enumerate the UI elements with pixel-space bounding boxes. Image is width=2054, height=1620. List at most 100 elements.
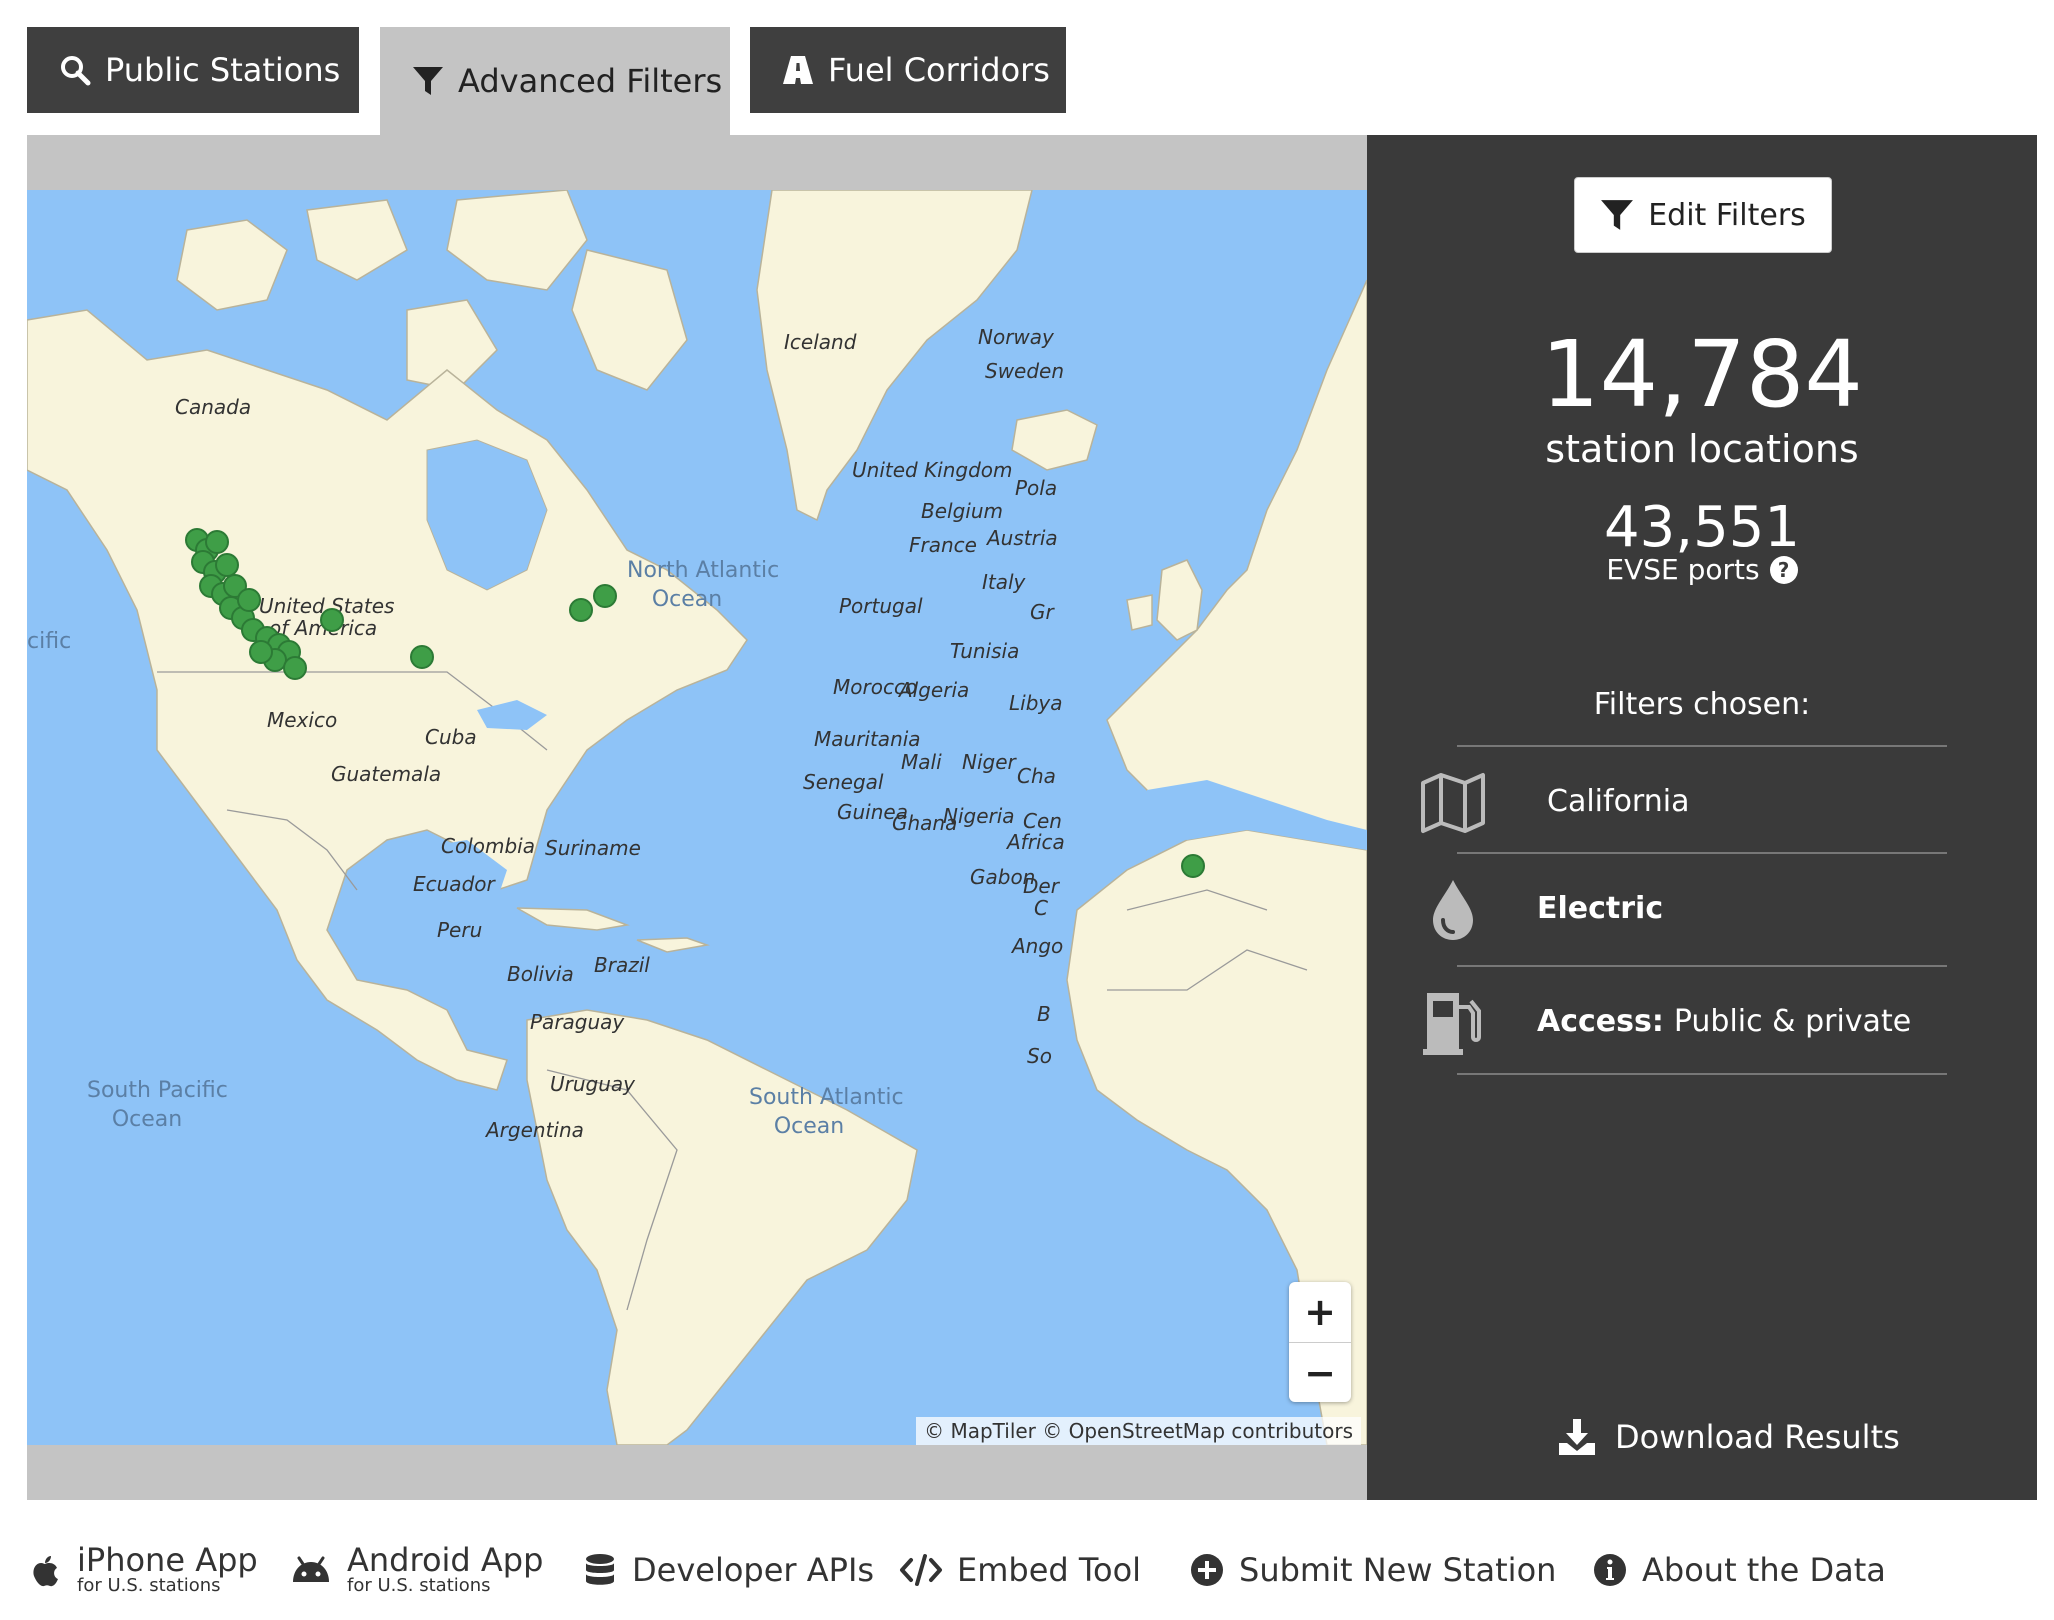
zoom-in-button[interactable]: +: [1289, 1282, 1351, 1342]
footer-title: Submit New Station: [1239, 1551, 1557, 1589]
tab-label: Fuel Corridors: [828, 51, 1050, 89]
ocean-label-line: North Atlantic: [627, 558, 780, 583]
map-label-france: France: [909, 533, 977, 557]
map-label-uk: United Kingdom: [852, 458, 1013, 482]
zoom-control: + −: [1289, 1282, 1351, 1402]
footer-title: Developer APIs: [632, 1551, 875, 1589]
ocean-label-line: Ocean: [773, 1114, 845, 1139]
filter-divider: [1457, 1073, 1947, 1075]
station-marker[interactable]: [237, 588, 261, 612]
filter-item-state: California: [1421, 745, 1947, 855]
footer-submit-station[interactable]: Submit New Station: [1189, 1540, 1556, 1600]
filter-text: Electric: [1537, 854, 1673, 962]
station-marker[interactable]: [593, 584, 617, 608]
footer-text: iPhone App for U.S. stations: [77, 1544, 258, 1596]
footer-developer-apis[interactable]: Developer APIs: [582, 1540, 874, 1600]
map-label-mauritania: Mauritania: [814, 727, 921, 751]
station-count-label: station locations: [1545, 427, 1859, 471]
map-label-italy: Italy: [982, 570, 1026, 594]
port-count-label: EVSE ports: [1606, 553, 1760, 586]
filter-label: Access:: [1537, 1003, 1664, 1039]
filter-item-fuel: Electric: [1433, 852, 1947, 962]
download-results-button[interactable]: Download Results: [1557, 1417, 1900, 1457]
footer-title: About the Data: [1642, 1551, 1886, 1589]
map[interactable]: Canada United States of America Mexico C…: [27, 190, 1367, 1445]
ocean-label-line: Ocean: [651, 587, 723, 612]
map-label-drc: Der: [1023, 874, 1059, 898]
tab-label: Advanced Filters: [458, 62, 723, 100]
station-marker[interactable]: [410, 645, 434, 669]
ocean-label-north-atlantic: North Atlantic Ocean: [627, 556, 780, 614]
tab-fuel-corridors[interactable]: Fuel Corridors: [750, 27, 1066, 113]
filter-item-access: Access: Public & private: [1423, 965, 1947, 1073]
map-label-tunisia: Tunisia: [950, 639, 1020, 663]
map-label-guatemala: Guatemala: [331, 762, 442, 786]
footer-android-app[interactable]: Android App for U.S. stations: [289, 1540, 543, 1600]
map-label-norway: Norway: [978, 325, 1054, 349]
tab-advanced-filters[interactable]: Advanced Filters: [380, 27, 730, 135]
station-marker[interactable]: [249, 640, 273, 664]
map-label-niger: Niger: [962, 750, 1016, 774]
filters-title: Filters chosen:: [1593, 687, 1811, 722]
edit-filters-button[interactable]: Edit Filters: [1574, 177, 1832, 253]
edit-filters-label: Edit Filters: [1648, 197, 1806, 233]
help-icon[interactable]: ?: [1769, 555, 1798, 584]
station-marker[interactable]: [1181, 854, 1205, 878]
map-label-poland: Pola: [1015, 476, 1058, 500]
map-label-greece: Gr: [1030, 600, 1054, 624]
map-label-uruguay: Uruguay: [550, 1072, 635, 1096]
info-icon: [1594, 1554, 1626, 1586]
map-label-chad: Cha: [1017, 764, 1056, 788]
map-label-cuba: Cuba: [425, 725, 477, 749]
map-attribution[interactable]: © MapTiler © OpenStreetMap contributors: [916, 1417, 1361, 1445]
map-label-belgium: Belgium: [921, 499, 1003, 523]
tab-public-stations[interactable]: Public Stations: [27, 27, 359, 113]
ocean-label-south-pacific: South Pacific Ocean: [87, 1076, 228, 1134]
drop-icon: [1433, 880, 1473, 940]
footer-title: Embed Tool: [957, 1551, 1142, 1589]
filter-icon: [413, 67, 443, 95]
map-label-mexico: Mexico: [267, 708, 338, 732]
plus-circle-icon: [1191, 1554, 1223, 1586]
map-label-nigeria: Nigeria: [943, 804, 1015, 828]
filter-icon: [1601, 200, 1634, 230]
map-label-south-africa: So: [1027, 1044, 1052, 1068]
station-marker[interactable]: [569, 598, 593, 622]
footer-embed-tool[interactable]: Embed Tool: [899, 1540, 1141, 1600]
map-label-pacific: cific: [27, 629, 72, 654]
station-marker[interactable]: [283, 656, 307, 680]
map-label-portugal: Portugal: [839, 594, 923, 618]
landmass-layer: [27, 190, 1367, 1445]
map-label-brazil: Brazil: [594, 953, 650, 977]
road-icon: [783, 56, 813, 84]
download-label: Download Results: [1615, 1418, 1900, 1456]
station-marker[interactable]: [320, 608, 344, 632]
map-label-canada: Canada: [175, 395, 252, 419]
footer-iphone-app[interactable]: iPhone App for U.S. stations: [27, 1540, 258, 1600]
map-label-bolivia: Bolivia: [507, 962, 574, 986]
footer-subtitle: for U.S. stations: [77, 1575, 221, 1596]
map-label-botswana: B: [1037, 1002, 1051, 1026]
map-label-algeria: Algeria: [899, 678, 970, 702]
map-label-austria: Austria: [987, 526, 1058, 550]
map-label-libya: Libya: [1009, 691, 1063, 715]
map-label-car-2: Africa: [1007, 830, 1065, 854]
map-label-sweden: Sweden: [985, 359, 1065, 383]
map-container: Canada United States of America Mexico C…: [27, 135, 1367, 1500]
code-icon: [900, 1554, 942, 1586]
ocean-label-line: South Atlantic: [749, 1085, 904, 1110]
map-label-paraguay: Paraguay: [530, 1010, 625, 1034]
filter-value: Public & private: [1673, 1003, 1912, 1039]
map-label-argentina: Argentina: [486, 1118, 584, 1142]
map-label-ecuador: Ecuador: [413, 872, 495, 896]
filter-text: California: [1537, 747, 1689, 855]
footer-title: iPhone App: [77, 1541, 258, 1579]
zoom-out-button[interactable]: −: [1289, 1342, 1351, 1402]
filter-value: California: [1547, 783, 1690, 819]
filter-label: Electric: [1537, 890, 1664, 926]
map-label-senegal: Senegal: [803, 770, 884, 794]
android-icon: [293, 1556, 329, 1582]
footer-about-data[interactable]: About the Data: [1592, 1540, 1886, 1600]
ocean-label-line: South Pacific: [87, 1078, 228, 1103]
map-label-drc-2: C: [1034, 896, 1048, 920]
